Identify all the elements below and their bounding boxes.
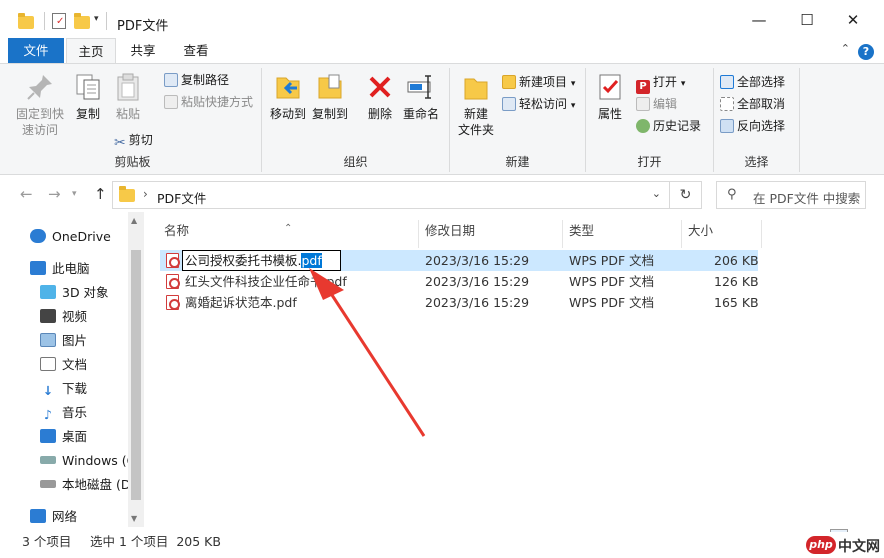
- status-bar: 3 个项目 选中 1 个项目 205 KB: [0, 527, 884, 558]
- php-watermark: php 中文网: [804, 532, 884, 558]
- php-logo: php: [806, 536, 836, 554]
- watermark-text: 中文网: [838, 539, 880, 555]
- selection-info: 选中 1 个项目 205 KB: [90, 534, 221, 549]
- annotation-arrow: [309, 268, 426, 437]
- item-count: 3 个项目: [22, 534, 72, 549]
